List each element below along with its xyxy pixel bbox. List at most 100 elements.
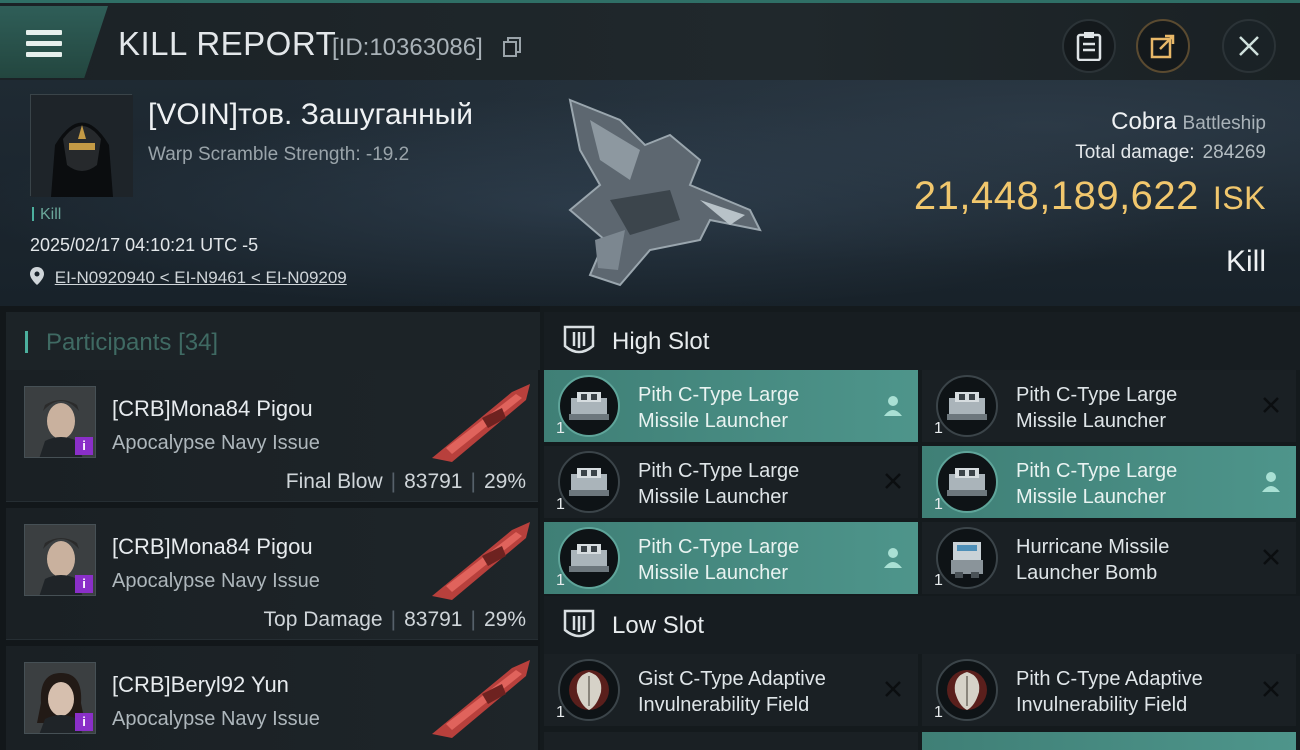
- participants-title: Participants [34]: [46, 329, 219, 356]
- participant-stats: Final Blow | 83791 | 29%: [285, 470, 526, 493]
- clipboard-button[interactable]: [1062, 19, 1116, 73]
- participant-row[interactable]: i [CRB]Mona84 Pigou Apocalypse Navy Issu…: [6, 508, 538, 640]
- copy-icon[interactable]: [503, 37, 521, 57]
- module-quantity: 1: [934, 704, 943, 721]
- module-name: Hurricane Missile Launcher Bomb: [1016, 536, 1170, 584]
- location-pin-icon: [30, 267, 44, 285]
- kill-datetime: 2025/02/17 04:10:21 UTC -5: [30, 235, 259, 255]
- module-item[interactable]: 1 Hurricane Missile Launcher Bomb: [922, 522, 1296, 594]
- participant-name: [CRB]Beryl92 Yun: [112, 672, 289, 697]
- participant-ship: Apocalypse Navy Issue: [112, 708, 320, 730]
- victim-name[interactable]: [VOIN]тов. Зашуганный: [148, 98, 473, 132]
- page-title: KILL REPORT: [118, 25, 337, 62]
- isk-value: 21,448,189,622 ISK: [914, 174, 1266, 219]
- module-name: Gist C-Type Adaptive Invulnerability Fiel…: [638, 668, 826, 716]
- module-item[interactable]: [544, 732, 918, 750]
- module-item[interactable]: 1 Pith C-Type Adaptive Invulnerability Fi…: [922, 654, 1296, 726]
- module-name: Pith C-Type Large Missile Launcher: [638, 536, 800, 584]
- participant-ship: Apocalypse Navy Issue: [112, 432, 320, 454]
- participant-stats: Top Damage | 83791 | 29%: [263, 608, 526, 631]
- module-quantity: 1: [934, 420, 943, 437]
- total-damage-value: 284269: [1202, 142, 1266, 163]
- kill-result: Kill: [1225, 245, 1266, 278]
- participant-badge: i: [75, 575, 93, 593]
- victim-avatar[interactable]: [30, 94, 133, 197]
- destroyed-x-icon: [1263, 681, 1279, 697]
- victim-banner: [VOIN]тов. Зашуганный Warp Scramble Stre…: [0, 80, 1300, 306]
- missile-launcher-icon: [558, 451, 620, 513]
- participant-badge: i: [75, 713, 93, 731]
- destroyed-x-icon: [885, 473, 901, 489]
- top-bar: KILL REPORT [ID:10363086]: [0, 0, 1300, 80]
- module-item[interactable]: 1 Pith C-Type Large Missile Launcher: [922, 446, 1296, 518]
- warp-scramble-strength: Warp Scramble Strength: -19.2: [148, 144, 410, 165]
- menu-button[interactable]: [0, 6, 108, 78]
- missile-launcher-icon: [558, 527, 620, 589]
- module-item[interactable]: 1 Pith C-Type Large Missile Launcher: [922, 370, 1296, 442]
- share-button[interactable]: [1136, 19, 1190, 73]
- participant-avatar: i: [24, 386, 96, 458]
- low-slot-title: Low Slot: [612, 612, 705, 639]
- total-damage: Total damage: 284269: [1075, 142, 1266, 164]
- victim-portrait: [31, 95, 133, 197]
- participant-role: Final Blow: [285, 470, 383, 493]
- person-icon: [884, 396, 902, 416]
- module-quantity: 1: [556, 704, 565, 721]
- module-item[interactable]: [922, 732, 1296, 750]
- isk-unit: ISK: [1212, 180, 1266, 216]
- kill-location[interactable]: EI-N0920940 < EI-N9461 < EI-N09209: [30, 267, 347, 288]
- participants-header: Participants [34]: [6, 312, 540, 370]
- participant-ship-icon: [432, 660, 530, 738]
- participant-row[interactable]: i [CRB]Beryl92 Yun Apocalypse Navy Issue: [6, 646, 538, 750]
- participant-avatar: i: [24, 524, 96, 596]
- missile-launcher-icon: [558, 375, 620, 437]
- share-icon: [1150, 34, 1175, 59]
- invulnerability-field-icon: [936, 659, 998, 721]
- participant-row[interactable]: i [CRB]Mona84 Pigou Apocalypse Navy Issu…: [6, 370, 538, 502]
- low-slot-icon: [563, 609, 595, 638]
- participant-ship-icon: [432, 384, 530, 462]
- isk-amount: 21,448,189,622: [913, 174, 1199, 218]
- module-item[interactable]: 1 Pith C-Type Large Missile Launcher: [544, 522, 918, 594]
- participants-panel: Participants [34] i [CRB]Mona84 Pigou Ap…: [0, 306, 540, 750]
- destroyed-x-icon: [1263, 397, 1279, 413]
- fitting-panel: High Slot 1 Pith C-Type Large Missile Lau…: [540, 306, 1300, 750]
- module-name: Pith C-Type Large Missile Launcher: [1016, 460, 1178, 508]
- close-button[interactable]: [1222, 19, 1276, 73]
- missile-launcher-icon: [936, 451, 998, 513]
- person-icon: [1262, 472, 1280, 492]
- module-name: Pith C-Type Large Missile Launcher: [638, 460, 800, 508]
- clipboard-icon: [1076, 32, 1102, 61]
- module-item[interactable]: 1 Gist C-Type Adaptive Invulnerability Fi…: [544, 654, 918, 726]
- participant-name: [CRB]Mona84 Pigou: [112, 534, 313, 559]
- module-name: Pith C-Type Large Missile Launcher: [1016, 384, 1178, 432]
- module-item[interactable]: 1 Pith C-Type Large Missile Launcher: [544, 370, 918, 442]
- participant-percent: 29%: [483, 608, 526, 631]
- kill-tag: Kill: [32, 206, 61, 224]
- destroyed-x-icon: [1263, 549, 1279, 565]
- ship-render: [568, 98, 762, 287]
- participant-percent: 29%: [483, 470, 526, 493]
- participant-ship-icon: [432, 522, 530, 600]
- module-quantity: 1: [934, 496, 943, 513]
- total-damage-label: Total damage:: [1075, 142, 1195, 163]
- participant-name: [CRB]Mona84 Pigou: [112, 396, 313, 421]
- ship-name: Cobra: [1111, 108, 1177, 135]
- low-slot-header: Low Slot: [544, 596, 1300, 654]
- menu-icon: [26, 30, 62, 58]
- participant-ship: Apocalypse Navy Issue: [112, 570, 320, 592]
- victim-ship: Cobra Battleship: [1111, 108, 1266, 136]
- module-item[interactable]: 1 Pith C-Type Large Missile Launcher: [544, 446, 918, 518]
- module-quantity: 1: [934, 572, 943, 589]
- location-link[interactable]: EI-N0920940 < EI-N9461 < EI-N09209: [55, 268, 347, 287]
- participant-role: Top Damage: [263, 608, 383, 631]
- module-quantity: 1: [556, 420, 565, 437]
- high-slot-icon: [563, 325, 595, 354]
- participant-avatar: i: [24, 662, 96, 734]
- destroyed-x-icon: [885, 681, 901, 697]
- participant-badge: i: [75, 437, 93, 455]
- missile-launcher-icon: [936, 375, 998, 437]
- module-name: Pith C-Type Adaptive Invulnerability Fiel…: [1016, 668, 1203, 716]
- ship-class: Battleship: [1182, 113, 1266, 134]
- report-id: [ID:10363086]: [332, 34, 483, 61]
